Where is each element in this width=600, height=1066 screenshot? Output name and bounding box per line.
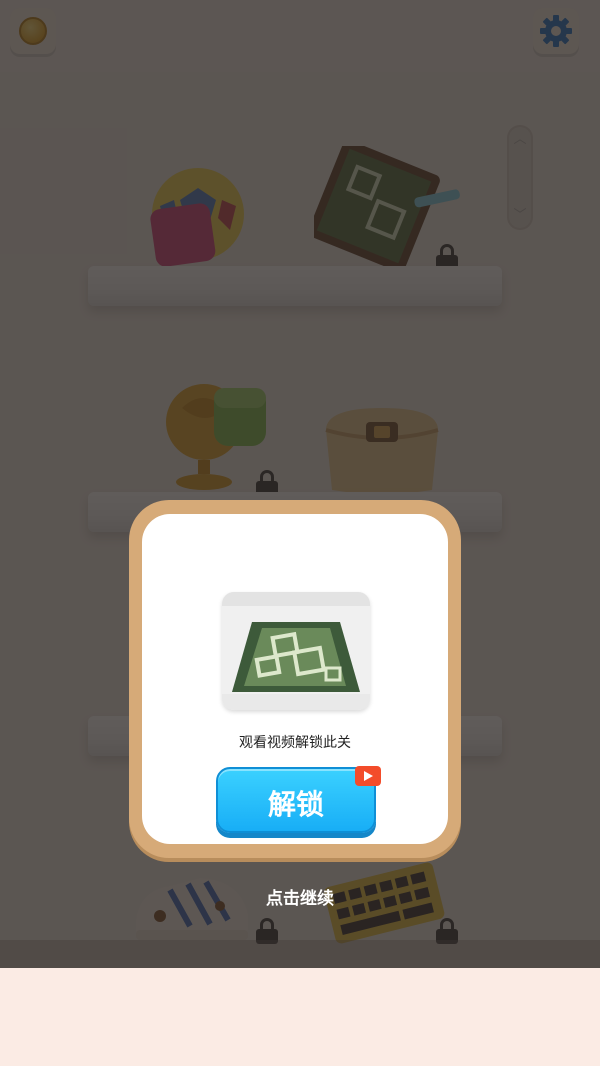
tap-to-continue[interactable]: 点击继续	[0, 884, 600, 909]
dialog-panel: 观看视频解锁此关 解锁	[142, 514, 448, 844]
bottom-panel	[0, 968, 600, 1066]
unlock-message: 观看视频解锁此关	[239, 735, 351, 751]
game-scene: ︿ ﹀	[0, 0, 600, 968]
unlock-button-label: 解锁	[267, 788, 324, 821]
unlock-dialog: 观看视频解锁此关 解锁	[129, 500, 461, 858]
video-ad-icon	[355, 766, 381, 786]
unlock-button[interactable]: 解锁	[216, 766, 381, 833]
rug-preview-image	[222, 592, 370, 710]
